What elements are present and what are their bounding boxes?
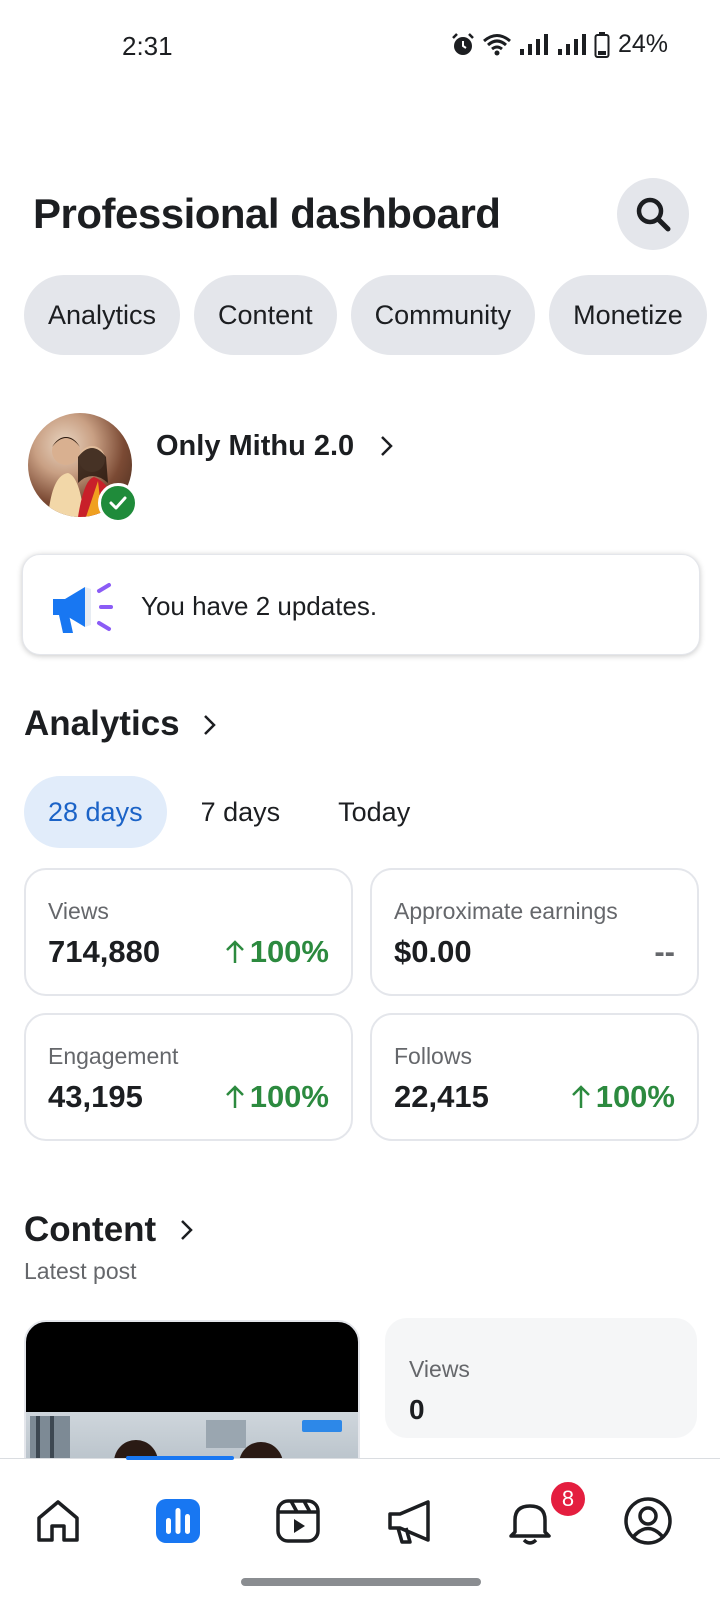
megaphone-icon: [53, 583, 113, 633]
home-gesture-bar[interactable]: [241, 1578, 481, 1586]
metric-card-engagement[interactable]: Engagement 43,195 100%: [24, 1013, 353, 1141]
content-section-title[interactable]: Content: [24, 1210, 156, 1250]
chip-community[interactable]: Community: [350, 275, 536, 355]
follow-badge: [302, 1420, 342, 1432]
battery-icon: [594, 31, 610, 58]
range-tab-7-days[interactable]: 7 days: [177, 776, 305, 848]
metric-label: Follows: [394, 1043, 472, 1069]
range-tabs: 28 days 7 days Today: [24, 776, 444, 848]
reels-icon: [276, 1499, 320, 1543]
metric-change: --: [654, 934, 675, 969]
updates-card[interactable]: You have 2 updates.: [22, 554, 700, 655]
battery-percent: 24%: [617, 30, 668, 58]
notifications-bell-icon: [509, 1504, 551, 1545]
dashboard-tabs: Analytics Content Community Monetize: [24, 275, 720, 357]
notification-count-badge: 8: [548, 1479, 588, 1519]
range-tab-today[interactable]: Today: [314, 776, 434, 848]
metric-value: 43,195: [48, 1079, 143, 1114]
chevron-right-icon[interactable]: [202, 711, 218, 739]
nav-home[interactable]: [28, 1491, 88, 1551]
status-time: 2:31: [122, 31, 173, 61]
metric-card-follows[interactable]: Follows 22,415 100%: [370, 1013, 699, 1141]
metric-change: 100%: [224, 1079, 329, 1115]
latest-post-views-card: Views 0: [385, 1318, 697, 1438]
profile-icon: [624, 1497, 672, 1545]
home-icon: [37, 1500, 79, 1542]
chip-monetize[interactable]: Monetize: [549, 275, 707, 355]
profile-row[interactable]: Only Mithu 2.0: [28, 413, 708, 523]
latest-post-label: Latest post: [24, 1258, 137, 1284]
latest-post-thumbnail[interactable]: [24, 1320, 360, 1460]
range-tab-28-days[interactable]: 28 days: [24, 776, 167, 848]
views-value: 0: [409, 1394, 425, 1425]
metric-value: 714,880: [48, 934, 161, 969]
nav-active-indicator: [126, 1456, 234, 1460]
metric-card-views[interactable]: Views 714,880 100%: [24, 868, 353, 996]
verified-check-icon: [98, 483, 138, 523]
nav-ads[interactable]: [382, 1491, 442, 1551]
alarm-icon: [452, 32, 474, 55]
metric-value: 22,415: [394, 1079, 489, 1114]
dashboard-icon: [156, 1499, 200, 1543]
metric-change: 100%: [224, 934, 329, 970]
metric-change: 100%: [570, 1079, 675, 1115]
nav-dashboard[interactable]: [148, 1491, 208, 1551]
search-icon: [636, 197, 671, 232]
wifi-icon: [482, 33, 511, 55]
signal-icon-2: [557, 33, 586, 55]
analytics-section-title[interactable]: Analytics: [24, 704, 180, 744]
status-icons: 24%: [450, 30, 668, 59]
chevron-right-icon: [381, 436, 393, 456]
arrow-up-icon: [571, 1085, 590, 1108]
ads-megaphone-icon: [388, 1500, 430, 1544]
nav-reels[interactable]: [268, 1491, 328, 1551]
search-button[interactable]: [617, 178, 689, 250]
metric-label: Engagement: [48, 1043, 179, 1069]
arrow-up-icon: [225, 1085, 244, 1108]
nav-profile[interactable]: [618, 1491, 678, 1551]
metric-card-earnings[interactable]: Approximate earnings $0.00 --: [370, 868, 699, 996]
metric-label: Views: [48, 898, 109, 924]
profile-name: Only Mithu 2.0: [156, 430, 355, 462]
page-title: Professional dashboard: [33, 190, 501, 237]
chip-analytics[interactable]: Analytics: [24, 275, 181, 355]
status-bar: 2:31 24%: [0, 0, 720, 92]
views-label: Views: [409, 1356, 470, 1382]
metric-value: $0.00: [394, 934, 472, 969]
chip-content[interactable]: Content: [194, 275, 337, 355]
arrow-up-icon: [225, 940, 244, 963]
updates-text: You have 2 updates.: [141, 591, 378, 621]
chevron-right-icon[interactable]: [179, 1216, 195, 1244]
signal-icon: [519, 33, 548, 55]
metric-label: Approximate earnings: [394, 898, 618, 924]
